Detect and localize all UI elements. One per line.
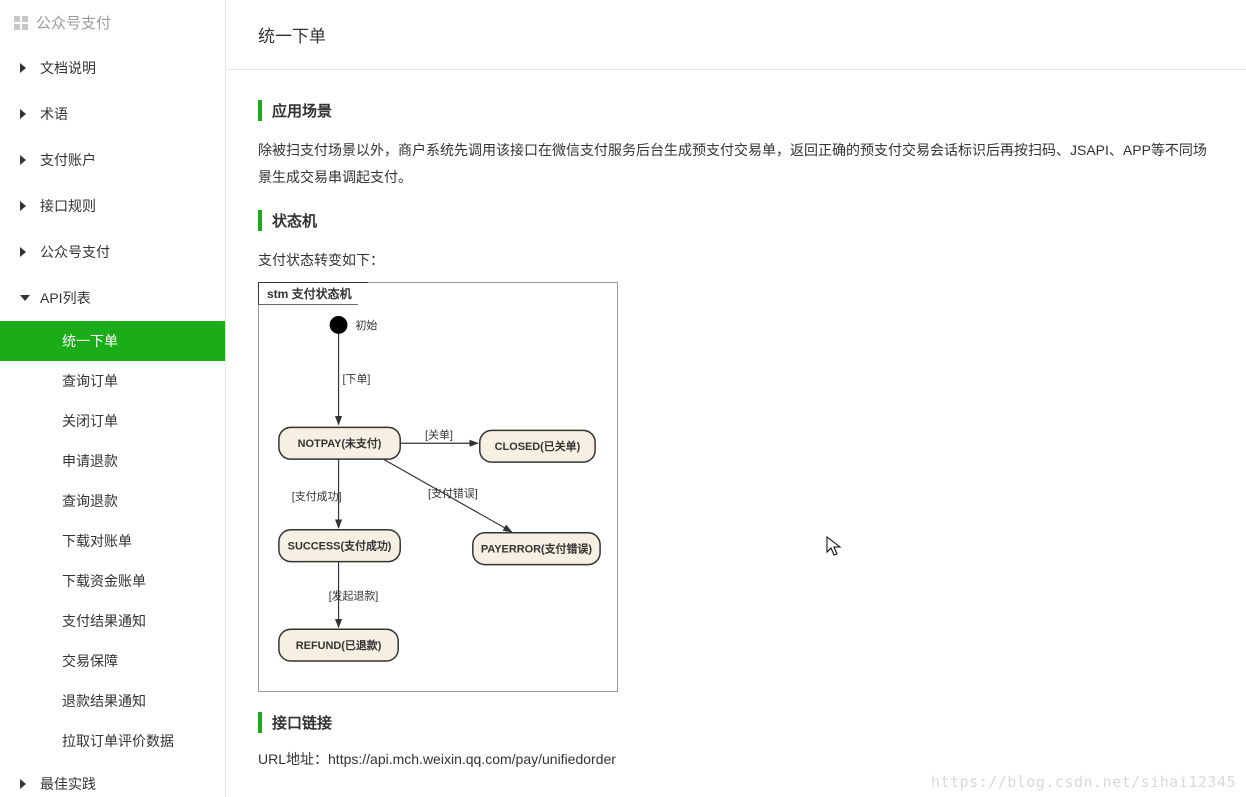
sidebar-item-account[interactable]: 支付账户 [0,137,225,183]
sidebar-item-rules[interactable]: 接口规则 [0,183,225,229]
stm-diagram-title: stm 支付状态机 [258,282,369,305]
caret-right-icon [20,247,26,257]
sidebar-subitem-label: 退款结果通知 [62,693,146,709]
sidebar-title-text: 公众号支付 [36,12,111,33]
sidebar-subitem-downloadbill[interactable]: 下载对账单 [0,521,225,561]
stm-node-notpay: NOTPAY(未支付) [298,436,382,450]
caret-right-icon [20,779,26,789]
sidebar-item-label: 术语 [40,104,68,124]
api-url-label: URL地址： [258,751,328,767]
sidebar-subitem-unifiedorder[interactable]: 统一下单 [0,321,225,361]
stm-edge-refund: [发起退款] [329,588,379,602]
stm-edge-payerr: [支付错误] [428,486,478,500]
sidebar-subitem-downloadfund[interactable]: 下载资金账单 [0,561,225,601]
stm-edge-order: [下单] [342,372,370,385]
sidebar-subitem-label: 统一下单 [62,333,118,349]
sidebar-subitem-refund[interactable]: 申请退款 [0,441,225,481]
sidebar-sublist: 统一下单 查询订单 关闭订单 申请退款 查询退款 下载对账单 下载资金账单 支付… [0,321,225,761]
content: 统一下单 应用场景 除被扫支付场景以外，商户系统先调用该接口在微信支付服务后台生… [226,0,1246,797]
sidebar-subitem-refundnotify[interactable]: 退款结果通知 [0,681,225,721]
sidebar-subitem-label: 支付结果通知 [62,613,146,629]
sidebar-item-label: API列表 [40,288,91,308]
sidebar-subitem-label: 拉取订单评价数据 [62,733,174,749]
caret-right-icon [20,201,26,211]
stm-svg: 初始 [下单] NOTPAY(未支付) CLOSED(已关单) [关单] SUC [259,283,617,691]
caret-right-icon [20,63,26,73]
sidebar-subitem-queryrefund[interactable]: 查询退款 [0,481,225,521]
grid-icon [14,16,28,30]
sidebar-subitem-label: 下载对账单 [62,533,132,549]
page-title: 统一下单 [226,0,1246,70]
api-url-line: URL地址：https://api.mch.weixin.qq.com/pay/… [258,749,1214,769]
stm-initial-node [330,316,348,334]
sidebar-item-label: 文档说明 [40,58,96,78]
sidebar-item-mppay[interactable]: 公众号支付 [0,229,225,275]
api-url-value: https://api.mch.weixin.qq.com/pay/unifie… [328,751,616,767]
state-machine-diagram: stm 支付状态机 初始 [下单] NOTPAY(未支付) [258,282,618,692]
sidebar-subitem-queryorder[interactable]: 查询订单 [0,361,225,401]
content-body: 应用场景 除被扫支付场景以外，商户系统先调用该接口在微信支付服务后台生成预支付交… [226,70,1246,797]
sidebar-item-apilist[interactable]: API列表 [0,275,225,321]
sidebar-subitem-label: 交易保障 [62,653,118,669]
sidebar-subitem-closeorder[interactable]: 关闭订单 [0,401,225,441]
section-stm-intro: 支付状态转变如下： [258,247,1214,274]
stm-node-refund: REFUND(已退款) [296,638,382,652]
sidebar-subitem-report[interactable]: 交易保障 [0,641,225,681]
caret-right-icon [20,109,26,119]
caret-right-icon [20,155,26,165]
caret-down-icon [20,295,30,301]
sidebar: 公众号支付 文档说明 术语 支付账户 接口规则 公众号支付 [0,0,226,797]
section-apilink-title: 接口链接 [258,712,1214,733]
section-scenario-body: 除被扫支付场景以外，商户系统先调用该接口在微信支付服务后台生成预支付交易单，返回… [258,137,1214,190]
sidebar-item-docs[interactable]: 文档说明 [0,45,225,91]
sidebar-subitem-label: 申请退款 [62,453,118,469]
stm-initial-label: 初始 [355,318,377,332]
sidebar-subitem-paynotify[interactable]: 支付结果通知 [0,601,225,641]
sidebar-item-bestpractice[interactable]: 最佳实践 [0,761,225,797]
sidebar-subitem-label: 查询退款 [62,493,118,509]
sidebar-item-label: 公众号支付 [40,242,110,262]
sidebar-item-label: 支付账户 [40,150,96,170]
stm-node-success: SUCCESS(支付成功) [288,538,392,552]
sidebar-subitem-label: 查询订单 [62,373,118,389]
stm-edge-payok: [支付成功] [292,490,342,503]
sidebar-subitem-label: 关闭订单 [62,413,118,429]
sidebar-subitem-label: 下载资金账单 [62,573,146,589]
watermark: https://blog.csdn.net/sihai12345 [931,773,1236,791]
stm-node-closed: CLOSED(已关单) [495,439,581,453]
sidebar-item-terms[interactable]: 术语 [0,91,225,137]
nav-list: 文档说明 术语 支付账户 接口规则 公众号支付 API列表 [0,45,225,797]
sidebar-subitem-batchquery[interactable]: 拉取订单评价数据 [0,721,225,761]
sidebar-item-label: 接口规则 [40,196,96,216]
sidebar-item-label: 最佳实践 [40,774,96,794]
section-stm-title: 状态机 [258,210,1214,231]
section-scenario-title: 应用场景 [258,100,1214,121]
stm-edge-close: [关单] [425,427,453,441]
stm-node-payerror: PAYERROR(支付错误) [481,541,592,555]
sidebar-title: 公众号支付 [0,0,225,45]
